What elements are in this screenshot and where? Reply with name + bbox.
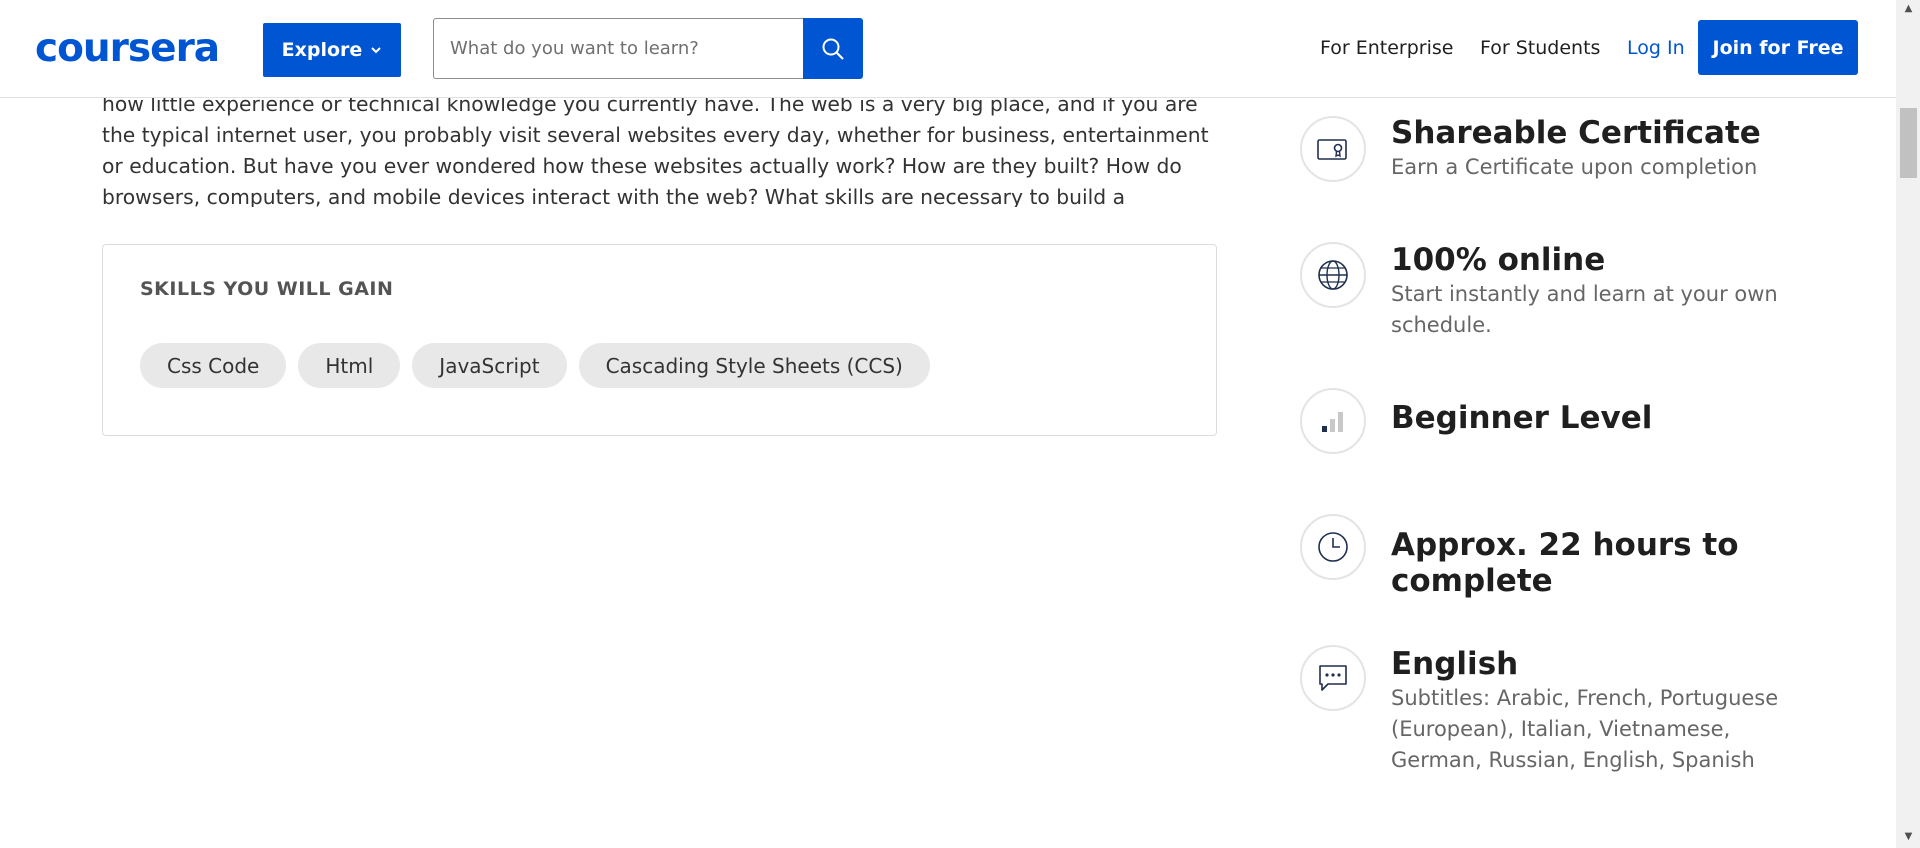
explore-button[interactable]: Explore [263, 23, 401, 77]
feature-title-hours: Approx. 22 hours to complete [1391, 527, 1739, 599]
chevron-down-icon [371, 47, 382, 54]
explore-label: Explore [281, 39, 363, 61]
feature-title-certificate: Shareable Certificate [1391, 115, 1761, 151]
coursera-logo[interactable]: coursera [35, 26, 220, 71]
feature-desc-online: Start instantly and learn at your own sc… [1391, 282, 1778, 337]
certificate-icon [1300, 116, 1366, 182]
join-for-free-button[interactable]: Join for Free [1698, 20, 1858, 75]
skill-chip[interactable]: Html [298, 343, 401, 388]
search-icon [822, 38, 844, 60]
chat-bubble-icon [1300, 645, 1366, 711]
scrollbar-thumb[interactable] [1900, 108, 1917, 178]
globe-icon [1300, 242, 1366, 308]
skill-chip[interactable]: Css Code [140, 343, 287, 388]
search-button[interactable] [803, 18, 863, 79]
scroll-up-arrow-icon[interactable]: ▲ [1900, 2, 1917, 16]
skill-chip-list: Css Code Html JavaScript Cascading Style… [140, 343, 930, 388]
for-enterprise-link[interactable]: For Enterprise [1320, 37, 1453, 59]
top-navigation-bar: coursera Explore For Enterprise For Stud… [0, 0, 1896, 98]
skills-card: SKILLS YOU WILL GAIN Css Code Html JavaS… [102, 244, 1217, 436]
clock-icon [1300, 514, 1366, 580]
feature-title-level: Beginner Level [1391, 400, 1653, 436]
course-description: how little experience or technical knowl… [102, 92, 1209, 207]
feature-desc-certificate: Earn a Certificate upon completion [1391, 155, 1758, 179]
search-field-container [433, 18, 803, 79]
level-bars-icon [1300, 388, 1366, 454]
scroll-down-arrow-icon[interactable]: ▼ [1900, 830, 1917, 844]
skills-heading: SKILLS YOU WILL GAIN [140, 278, 394, 300]
for-students-link[interactable]: For Students [1480, 37, 1600, 59]
feature-desc-language: Subtitles: Arabic, French, Portuguese (E… [1391, 686, 1779, 772]
feature-title-language: English [1391, 646, 1519, 682]
log-in-link[interactable]: Log In [1627, 37, 1685, 59]
feature-title-online: 100% online [1391, 242, 1606, 278]
search-input[interactable] [434, 19, 803, 78]
skill-chip[interactable]: Cascading Style Sheets (CCS) [578, 343, 930, 388]
skill-chip[interactable]: JavaScript [412, 343, 567, 388]
